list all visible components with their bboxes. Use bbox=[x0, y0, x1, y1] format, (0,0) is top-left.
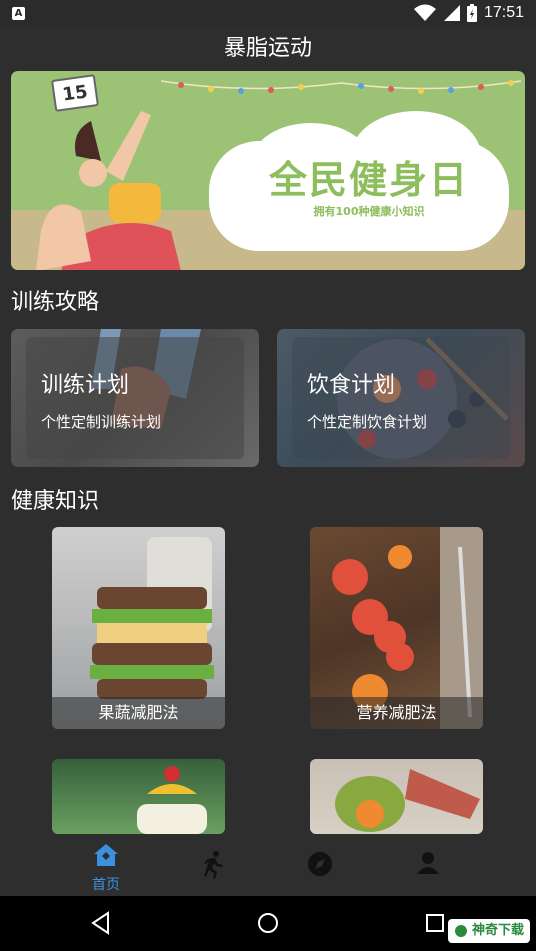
knowledge-card-fruit-veg[interactable]: 果蔬减肥法 bbox=[52, 527, 225, 729]
card-label: 营养减肥法 bbox=[310, 697, 483, 729]
watermark-badge: 神奇下载 bbox=[447, 919, 530, 943]
watermark-text: 神奇下载 bbox=[471, 923, 524, 938]
bottom-navigation: 首页 bbox=[0, 834, 536, 896]
card-label: 果蔬减肥法 bbox=[52, 697, 225, 729]
nav-discover[interactable] bbox=[290, 842, 350, 892]
nav-sport[interactable] bbox=[182, 842, 242, 892]
profile-icon bbox=[417, 852, 439, 874]
nav-home[interactable]: 首页 bbox=[76, 842, 136, 893]
home-icon bbox=[94, 844, 118, 866]
compass-icon bbox=[308, 852, 332, 876]
plan-description: 个性定制饮食计划 bbox=[307, 413, 428, 431]
plan-description: 个性定制训练计划 bbox=[41, 413, 162, 431]
signal-icon bbox=[443, 5, 460, 21]
clock-time: 17:51 bbox=[483, 4, 524, 21]
nav-profile[interactable] bbox=[398, 842, 458, 892]
banner-headline: 全民健身日 bbox=[268, 158, 469, 202]
back-icon[interactable] bbox=[88, 910, 114, 936]
diet-plan-card[interactable]: 饮食计划 个性定制饮食计划 bbox=[277, 329, 525, 467]
status-bar: A 17:51 bbox=[0, 0, 536, 27]
string-lights-decoration bbox=[161, 80, 521, 94]
recents-icon[interactable] bbox=[422, 910, 448, 936]
avocado-photo bbox=[335, 769, 480, 832]
section-title-knowledge: 健康知识 bbox=[11, 489, 100, 514]
fitness-woman-illustration bbox=[36, 111, 181, 270]
knowledge-card-partial[interactable] bbox=[310, 759, 483, 834]
battery-icon bbox=[466, 4, 477, 22]
app-title: 暴脂运动 bbox=[223, 36, 312, 61]
running-icon bbox=[204, 851, 223, 879]
dessert-photo bbox=[137, 766, 207, 834]
notification-icon: A bbox=[12, 7, 25, 20]
watermark-logo-icon bbox=[454, 925, 467, 937]
status-icons: 17:51 bbox=[413, 3, 524, 23]
plan-title: 训练计划 bbox=[41, 373, 130, 398]
promo-banner[interactable]: 15 全民健身日 拥有100种健康小知识 bbox=[11, 71, 525, 270]
knowledge-card-partial[interactable] bbox=[52, 759, 225, 834]
training-plan-card[interactable]: 训练计划 个性定制训练计划 bbox=[11, 329, 259, 467]
section-title-training: 训练攻略 bbox=[11, 290, 100, 315]
banner-subtitle: 拥有100种健康小知识 bbox=[313, 205, 425, 218]
home-button-icon[interactable] bbox=[255, 910, 281, 936]
plan-title: 饮食计划 bbox=[307, 373, 396, 398]
system-navigation-bar: 神奇下载 bbox=[0, 896, 536, 951]
knowledge-card-nutrition[interactable]: 营养减肥法 bbox=[310, 527, 483, 729]
nav-home-label: 首页 bbox=[92, 877, 120, 893]
wifi-icon bbox=[413, 4, 436, 21]
